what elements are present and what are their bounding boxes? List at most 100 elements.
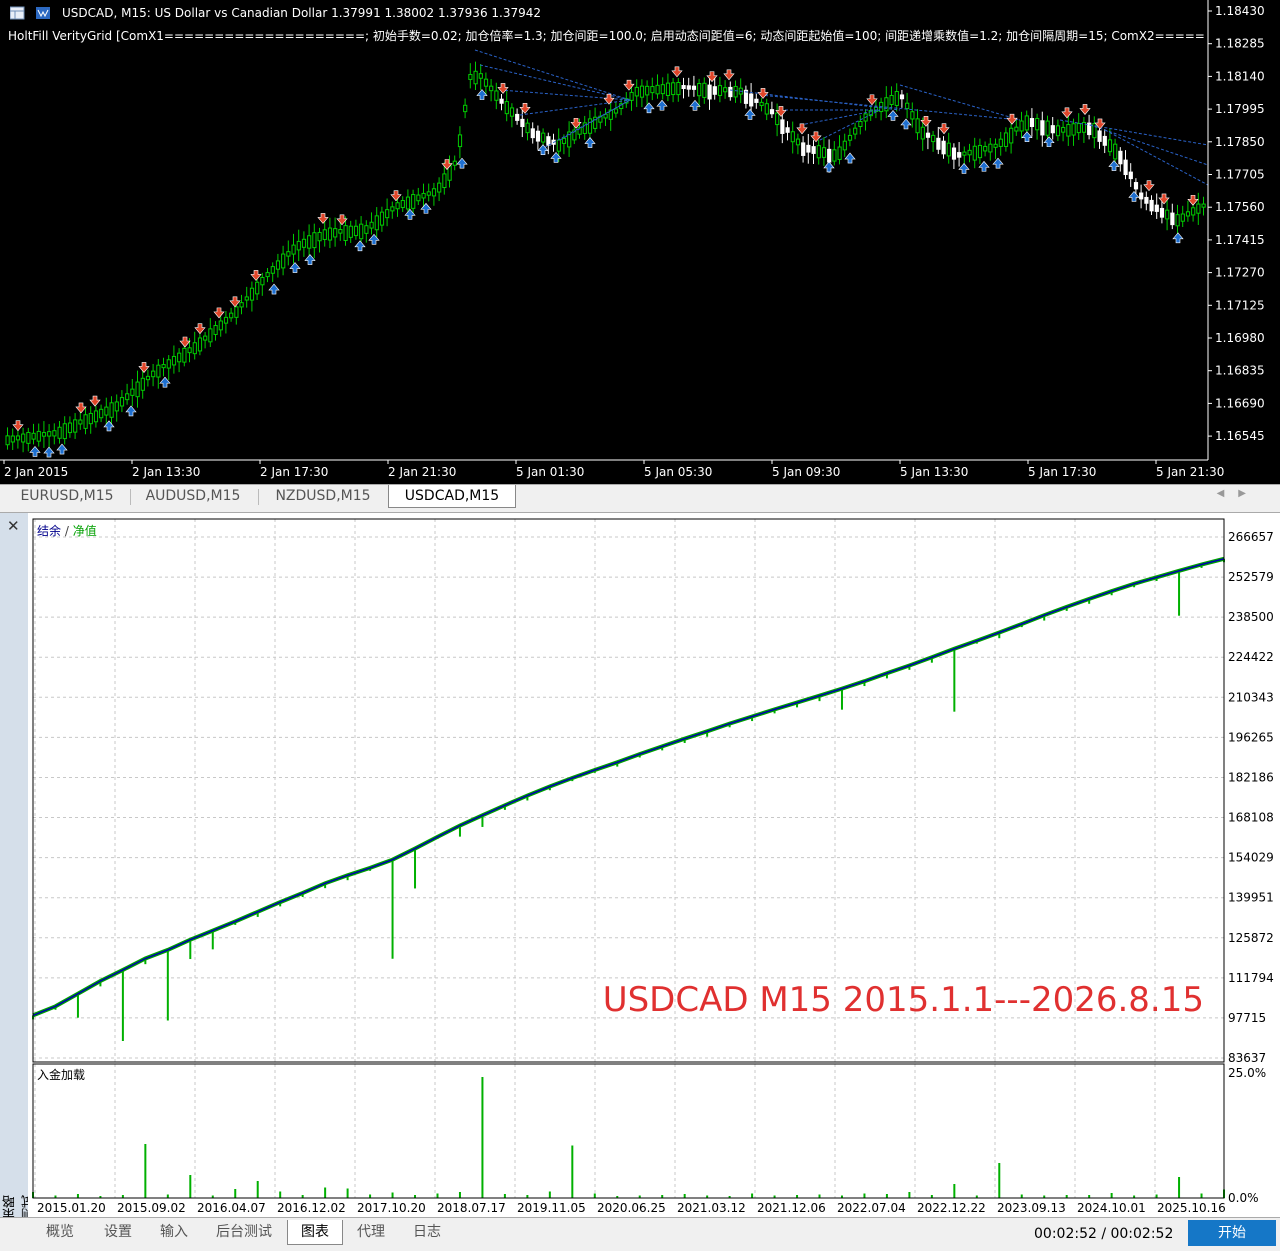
x-tick-label: 2025.10.16: [1157, 1201, 1226, 1215]
candle-body: [915, 118, 920, 134]
candle-body: [697, 83, 702, 97]
sell-arrow-icon: [179, 336, 191, 348]
candle-body: [88, 412, 93, 425]
candle-body: [457, 134, 463, 148]
candle-body: [1185, 211, 1191, 217]
candle-body: [1170, 212, 1175, 226]
candle-body: [707, 84, 712, 100]
candle-body: [182, 347, 187, 363]
tab-backtest[interactable]: 后台测试: [204, 1220, 284, 1244]
tab-inputs[interactable]: 输入: [146, 1220, 202, 1244]
candle-body: [218, 320, 223, 331]
buy-arrow-icon: [43, 446, 55, 458]
candle-body: [390, 206, 395, 212]
candle-body: [327, 227, 333, 241]
tab-agents[interactable]: 代理: [344, 1220, 398, 1244]
candle-body: [1149, 199, 1154, 212]
candle-body: [665, 82, 671, 96]
tab-nzdusd[interactable]: NZDUSD,M15: [262, 485, 384, 507]
close-icon[interactable]: ✕: [7, 517, 20, 535]
candle-body: [723, 87, 728, 93]
price-chart[interactable]: 1.18430 1.18285 1.18140 1.17995 1.17850 1.177…: [0, 0, 1280, 484]
tab-usdcad[interactable]: USDCAD,M15: [388, 485, 516, 508]
candle-body: [405, 196, 411, 210]
candle-body: [452, 160, 457, 166]
candle-body: [1191, 207, 1196, 216]
price-tick-label: 1.16690: [1215, 396, 1265, 410]
price-tick-label: 1.18430: [1215, 4, 1265, 18]
sell-arrow-icon: [810, 131, 822, 143]
tab-eurusd[interactable]: EURUSD,M15: [6, 485, 128, 507]
price-tick-label: 1.17415: [1215, 233, 1265, 247]
tab-journal[interactable]: 日志: [400, 1220, 454, 1244]
candle-body: [827, 148, 832, 163]
candle-body: [910, 111, 915, 120]
buy-arrow-icon: [887, 109, 899, 121]
candle-body: [691, 85, 697, 90]
candle-body: [899, 94, 905, 100]
candle-body: [1009, 127, 1014, 144]
x-tick-label: 2015.09.02: [117, 1201, 186, 1215]
price-tick-label: 1.17995: [1215, 102, 1265, 116]
sell-arrow-icon: [519, 102, 531, 114]
candle-body: [535, 130, 541, 142]
candle-body: [957, 152, 962, 158]
balance-line: [32, 558, 1225, 1017]
x-tick-label: 2024.10.01: [1077, 1201, 1146, 1215]
candle-body: [78, 419, 83, 425]
equity-panel[interactable]: 266657 252579 238500 224422 210343 196265 1821…: [28, 513, 1280, 1219]
buy-arrow-icon: [1021, 131, 1033, 142]
candle-body: [249, 287, 255, 301]
candle-body: [1113, 143, 1118, 160]
time-tick-label: 2 Jan 21:30: [388, 465, 456, 479]
sell-arrow-icon: [706, 71, 718, 83]
y-tick-label: 196265: [1228, 730, 1274, 744]
candle-body: [629, 91, 634, 101]
price-tick-label: 1.17125: [1215, 298, 1265, 312]
load-tick-label: 25.0%: [1228, 1066, 1266, 1080]
tab-graph[interactable]: 图表: [287, 1220, 343, 1245]
candle-body: [62, 423, 67, 440]
candlestick-chart[interactable]: 1.18430 1.18285 1.18140 1.17995 1.17850 1.177…: [0, 0, 1280, 484]
equity-chart[interactable]: 266657 252579 238500 224422 210343 196265 1821…: [28, 513, 1280, 1219]
indicator-params: HoltFill VerityGrid [ComX1==============…: [8, 29, 1206, 43]
price-tick-label: 1.17270: [1215, 266, 1265, 280]
candle-body: [515, 113, 520, 121]
time-tick-label: 2 Jan 2015: [4, 465, 68, 479]
candle-body: [499, 98, 504, 104]
candle-body: [759, 101, 764, 107]
start-button[interactable]: 开始: [1188, 1220, 1276, 1246]
sell-arrow-icon: [213, 307, 225, 319]
candle-body: [546, 136, 551, 146]
candle-body: [1019, 120, 1024, 132]
tab-settings[interactable]: 设置: [90, 1220, 146, 1244]
candle-body: [301, 238, 307, 248]
sell-arrow-icon: [623, 79, 635, 91]
tab-scroll-arrows[interactable]: ◀▶: [1217, 488, 1260, 499]
chart-legend: 结余 / 净值: [37, 523, 97, 538]
buy-arrow-icon: [978, 160, 990, 172]
candle-body: [925, 132, 931, 138]
candle-body: [234, 306, 239, 318]
load-plot-frame: [32, 1063, 1225, 1199]
buy-arrow-icon: [958, 162, 970, 174]
candle-body: [73, 419, 78, 433]
strategy-tester-panel: ✕ 策略测试 266657 252579 238500 224422 210343 196…: [0, 512, 1280, 1251]
tab-audusd[interactable]: AUDUSD,M15: [132, 485, 254, 507]
buy-arrow-icon: [29, 445, 41, 457]
tab-divider: [130, 489, 131, 505]
candle-body: [47, 431, 52, 437]
time-tick-label: 5 Jan 09:30: [772, 465, 840, 479]
buy-arrow-icon: [992, 157, 1004, 169]
y-tick-label: 224422: [1228, 650, 1274, 664]
candle-body: [307, 235, 312, 249]
price-tick-label: 1.16980: [1215, 331, 1265, 345]
sell-arrow-icon: [89, 395, 101, 407]
buy-arrow-icon: [103, 420, 115, 432]
sell-arrow-icon: [317, 213, 329, 224]
candle-body: [561, 137, 567, 144]
tab-overview[interactable]: 概览: [32, 1220, 88, 1244]
candle-body: [1133, 182, 1139, 190]
candle-body: [286, 251, 291, 257]
candle-body: [478, 73, 483, 79]
